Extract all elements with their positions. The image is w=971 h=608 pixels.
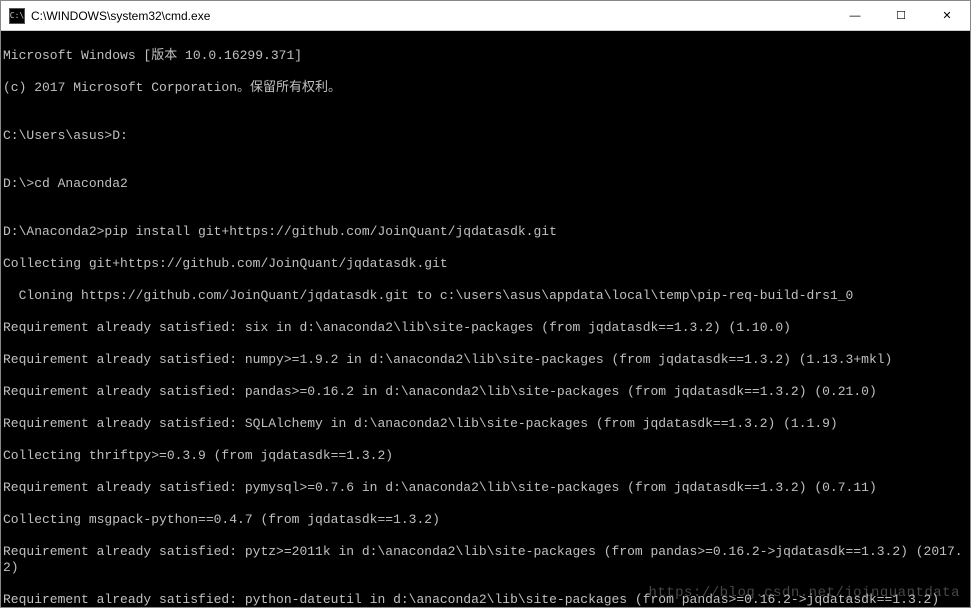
output-line: Cloning https://github.com/JoinQuant/jqd… [3,288,968,304]
close-button[interactable]: ✕ [924,1,970,30]
output-line: Requirement already satisfied: pytz>=201… [3,544,968,576]
titlebar-left: C:\ C:\WINDOWS\system32\cmd.exe [9,8,210,24]
cmd-window: C:\ C:\WINDOWS\system32\cmd.exe — ☐ ✕ Mi… [0,0,971,608]
prompt-line: D:\Anaconda2>pip install git+https://git… [3,224,968,240]
prompt-line: C:\Users\asus>D: [3,128,968,144]
cmd-icon: C:\ [9,8,25,24]
output-line: Microsoft Windows [版本 10.0.16299.371] [3,48,968,64]
titlebar[interactable]: C:\ C:\WINDOWS\system32\cmd.exe — ☐ ✕ [1,1,970,31]
output-line: Collecting git+https://github.com/JoinQu… [3,256,968,272]
maximize-button[interactable]: ☐ [878,1,924,30]
output-line: Collecting thriftpy>=0.3.9 (from jqdatas… [3,448,968,464]
prompt-line: D:\>cd Anaconda2 [3,176,968,192]
output-line: Requirement already satisfied: SQLAlchem… [3,416,968,432]
output-line: Collecting msgpack-python==0.4.7 (from j… [3,512,968,528]
watermark-text: https://blog.csdn.net/joinquantdata [648,585,960,601]
window-title: C:\WINDOWS\system32\cmd.exe [31,9,210,23]
minimize-button[interactable]: — [832,1,878,30]
window-controls: — ☐ ✕ [832,1,970,30]
terminal-output[interactable]: Microsoft Windows [版本 10.0.16299.371] (c… [1,31,970,607]
output-line: (c) 2017 Microsoft Corporation。保留所有权利。 [3,80,968,96]
output-line: Requirement already satisfied: six in d:… [3,320,968,336]
output-line: Requirement already satisfied: pandas>=0… [3,384,968,400]
output-line: Requirement already satisfied: pymysql>=… [3,480,968,496]
output-line: Requirement already satisfied: numpy>=1.… [3,352,968,368]
